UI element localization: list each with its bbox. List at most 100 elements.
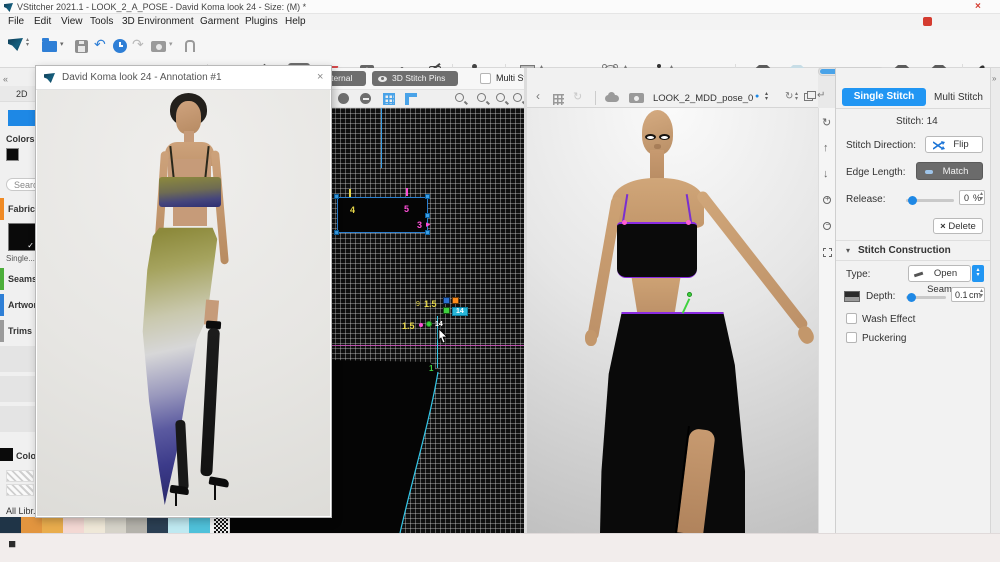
pattern-swatch[interactable]: [214, 517, 228, 533]
menu-file[interactable]: File: [8, 16, 24, 27]
release-spinner[interactable]: 0 % ▴ ▾: [959, 190, 985, 205]
open-file-icon[interactable]: [42, 38, 57, 52]
pin-marker-pink[interactable]: [406, 188, 408, 196]
orbit-icon[interactable]: ↻: [822, 116, 831, 129]
empty-swatch[interactable]: [6, 484, 34, 496]
start-button-icon[interactable]: [9, 541, 16, 548]
depth-spinner[interactable]: 0.1 cm ▴ ▾: [951, 287, 985, 302]
puckering-checkbox[interactable]: [846, 332, 857, 343]
palette-swatch[interactable]: [63, 517, 84, 533]
garment-bandeau[interactable]: [617, 222, 697, 278]
zoom-in-icon[interactable]: [455, 93, 468, 105]
zoom-out-3d-icon[interactable]: −: [823, 220, 831, 230]
pan-up-icon[interactable]: ↑: [823, 142, 829, 154]
tab-single-stitch[interactable]: Single Stitch: [842, 88, 926, 106]
annotation-title-bar[interactable]: David Koma look 24 - Annotation #1 ×: [36, 66, 331, 90]
tab-multi-stitch[interactable]: Multi Stitch: [934, 92, 983, 103]
pan-down-icon[interactable]: ↓: [823, 168, 829, 180]
hip-pin-dot[interactable]: [687, 292, 692, 297]
cloud-icon[interactable]: [605, 92, 619, 102]
palette-swatch[interactable]: [168, 517, 189, 533]
flip-button[interactable]: Flip: [925, 136, 983, 153]
grid-floor-icon[interactable]: [553, 94, 564, 105]
menu-plugins[interactable]: Plugins: [245, 16, 278, 27]
strap-pin-right[interactable]: [686, 220, 691, 225]
grid-toggle-icon[interactable]: [383, 93, 395, 105]
stitch-pin-orange[interactable]: [452, 297, 459, 304]
collapse-sidebar-icon[interactable]: «: [3, 74, 8, 84]
camera-dropdown-icon[interactable]: ▾: [169, 40, 173, 48]
menu-3d-environment[interactable]: 3D Environment: [122, 16, 194, 27]
palette-swatch[interactable]: [21, 517, 42, 533]
render-camera-icon[interactable]: [629, 93, 644, 103]
enter-view-icon[interactable]: ↵: [817, 90, 825, 101]
menu-help[interactable]: Help: [285, 16, 306, 27]
undo-icon[interactable]: ↶: [94, 36, 106, 53]
selection-handle[interactable]: [425, 230, 430, 235]
collapse-panel-icon[interactable]: »: [992, 74, 996, 83]
pose-name[interactable]: LOOK_2_MDD_pose_0: [653, 93, 753, 104]
plugin-connector-icon[interactable]: [185, 40, 195, 52]
sidebar-item-trims[interactable]: Trims: [8, 326, 32, 336]
depth-slider-thumb[interactable]: [907, 293, 916, 302]
selection-handle[interactable]: [334, 194, 339, 199]
menu-edit[interactable]: Edit: [34, 16, 51, 27]
selection-handle[interactable]: [425, 194, 430, 199]
palette-swatch[interactable]: [42, 517, 63, 533]
link-icon[interactable]: [360, 93, 371, 104]
release-slider[interactable]: [906, 196, 954, 205]
selection-handle[interactable]: [334, 230, 339, 235]
multi-stitch-checkbox[interactable]: [480, 73, 491, 84]
depth-slider[interactable]: [906, 293, 946, 302]
fit-view-icon[interactable]: [823, 248, 832, 257]
zoom-fit-icon[interactable]: [513, 93, 526, 105]
zoom-in-3d-icon[interactable]: +: [823, 194, 831, 204]
back-icon[interactable]: ‹: [536, 89, 540, 103]
seam-type-stepper[interactable]: ▴ ▾: [972, 265, 984, 282]
info-icon[interactable]: [338, 93, 349, 104]
garment-skirt[interactable]: [600, 312, 745, 533]
menu-garment[interactable]: Garment: [200, 16, 239, 27]
stitch-pin-green[interactable]: [443, 307, 450, 314]
reset-view-icon[interactable]: ↻: [573, 90, 582, 103]
annotation-window[interactable]: David Koma look 24 - Annotation #1 ×: [35, 65, 332, 518]
selection-handle[interactable]: [425, 213, 430, 218]
seam-type-dropdown[interactable]: Open Seam: [908, 265, 971, 295]
color-library-swatch[interactable]: [0, 448, 13, 461]
history-clock-icon[interactable]: [113, 39, 127, 53]
strap-pin-left[interactable]: [622, 220, 627, 225]
zoom-out-icon[interactable]: [496, 93, 509, 105]
close-window-icon[interactable]: ×: [975, 1, 981, 12]
color-swatch-black[interactable]: [6, 148, 19, 161]
turntable-stepper[interactable]: ▴ ▾: [795, 91, 798, 102]
stitch-dot-green[interactable]: [426, 321, 432, 327]
redo-icon[interactable]: ↷: [132, 36, 144, 53]
pattern-piece-bandeau[interactable]: [337, 197, 428, 233]
stitch-pin-blue[interactable]: [443, 297, 450, 304]
palette-swatch[interactable]: [84, 517, 105, 533]
stitch-pins-toggle-button[interactable]: 3D Stitch Pins: [372, 71, 458, 86]
stitch-construction-header[interactable]: Stitch Construction: [858, 245, 951, 256]
turntable-icon[interactable]: ↻: [785, 91, 793, 102]
palette-swatch[interactable]: [126, 517, 147, 533]
release-slider-thumb[interactable]: [908, 196, 917, 205]
stitch-dot-pink[interactable]: [419, 323, 423, 327]
save-icon[interactable]: [75, 40, 88, 53]
snapshot-camera-icon[interactable]: [151, 41, 166, 52]
menu-view[interactable]: View: [61, 16, 83, 27]
sidebar-item-seams[interactable]: Seams: [8, 274, 37, 284]
logo-stepper[interactable]: ▴ ▾: [26, 37, 29, 48]
wash-effect-checkbox[interactable]: [846, 313, 857, 324]
stitch-badge-cyan[interactable]: 14: [452, 307, 468, 316]
delete-button[interactable]: × Delete: [933, 218, 983, 234]
corner-snap-icon[interactable]: [405, 93, 417, 105]
palette-swatch[interactable]: [0, 517, 21, 533]
construction-collapse-icon[interactable]: ▾: [846, 246, 850, 255]
menu-tools[interactable]: Tools: [90, 16, 113, 27]
fabric-swatch-single[interactable]: ✓: [8, 223, 36, 251]
palette-swatch[interactable]: [105, 517, 126, 533]
palette-swatch[interactable]: [147, 517, 168, 533]
empty-swatch[interactable]: [6, 470, 34, 482]
palette-swatch[interactable]: [189, 517, 210, 533]
layout-windows-icon[interactable]: [804, 91, 816, 101]
